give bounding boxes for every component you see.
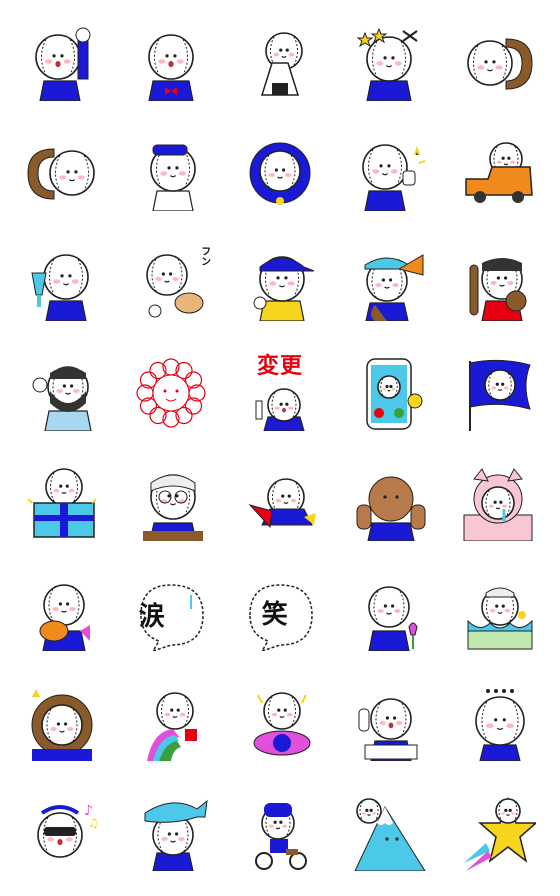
sticker-peek-left[interactable] [8, 118, 117, 228]
star-ride-icon [463, 796, 536, 871]
fish-hat-icon [144, 799, 208, 871]
sticker-tulip-sit[interactable] [334, 558, 443, 668]
sticker-salute[interactable] [117, 118, 226, 228]
sticker-bearded-hands[interactable] [8, 558, 117, 668]
king-crown-icon [31, 689, 93, 761]
sticker-rainbow-hug[interactable] [117, 668, 226, 778]
sunglasses-singer-icon: ♪♫ [37, 803, 99, 858]
tulip-sit-icon [367, 586, 418, 651]
sticker-megaphone-cheer[interactable] [334, 228, 443, 338]
sticker-muscle-arm[interactable] [334, 448, 443, 558]
sticker-drink-toast[interactable] [8, 228, 117, 338]
sticker-mount-fuji[interactable] [334, 778, 443, 888]
sticker-rice-ball[interactable] [226, 8, 335, 118]
peek-left-icon [27, 148, 96, 200]
bearded-hands-icon [39, 584, 91, 651]
sticker-biker[interactable] [226, 778, 335, 888]
melted-cake-icon [467, 587, 533, 650]
sticker-star-ride[interactable] [443, 778, 552, 888]
car-driver-icon [464, 142, 533, 203]
muscle-arm-icon [356, 476, 426, 541]
sticker-king-crown[interactable] [8, 668, 117, 778]
drink-toast-icon [31, 254, 90, 321]
gift-box-icon [27, 468, 98, 538]
mount-fuji-icon [354, 798, 426, 871]
sticker-grid: フン 変更涙笑 ♪ ♫ [8, 8, 552, 888]
stretch-icon [358, 698, 418, 761]
sniff-dog-icon [146, 254, 204, 318]
sticker-sniff-dog[interactable]: フン [117, 228, 226, 338]
sticker-fist-pump[interactable] [8, 8, 117, 118]
biker-icon [254, 803, 307, 870]
bearded-man-icon [32, 366, 93, 431]
flower-bath-icon [253, 692, 311, 756]
bow-tie-salute-icon [148, 34, 194, 101]
sticker-sunglasses-singer[interactable]: ♪ ♫ [8, 778, 117, 888]
rice-ball-icon [260, 32, 303, 96]
sticker-tears-bubble[interactable]: 涙 [117, 558, 226, 668]
round-blue-icon [249, 142, 311, 205]
fist-pump-icon [35, 27, 91, 101]
super-hero-icon [248, 478, 316, 529]
sticker-car-driver[interactable] [443, 118, 552, 228]
waving-flag-icon [468, 359, 531, 431]
megaphone-cheer-icon [364, 254, 424, 321]
peek-right-icon [466, 38, 533, 90]
sticker-flower-bath[interactable] [226, 668, 335, 778]
pig-crying-icon [463, 468, 533, 541]
rainbow-hug-icon [147, 692, 198, 761]
sticker-gift-box[interactable] [8, 448, 117, 558]
stars-scissors-icon [356, 27, 418, 101]
sticker-bat-glove[interactable] [443, 228, 552, 338]
thumbs-up-icon [361, 144, 426, 211]
sticker-laugh-bubble[interactable]: 笑 [226, 558, 335, 668]
sticker-pig-crying[interactable] [443, 448, 552, 558]
sticker-bandaged-head[interactable] [117, 448, 226, 558]
sticker-flower-stamp[interactable] [117, 338, 226, 448]
salute-icon [150, 144, 196, 211]
sticker-super-hero[interactable] [226, 448, 335, 558]
sticker-fish-hat[interactable] [117, 778, 226, 888]
sticker-waving-flag[interactable] [443, 338, 552, 448]
sticker-round-blue[interactable] [226, 118, 335, 228]
sticker-melted-cake[interactable] [443, 558, 552, 668]
sticker-bow-tie-salute[interactable] [117, 8, 226, 118]
cap-player-icon [253, 256, 315, 321]
sticker-change-label[interactable]: 変更 [226, 338, 335, 448]
sticker-peek-right[interactable] [443, 8, 552, 118]
sticker-thumbs-up[interactable] [334, 118, 443, 228]
svg-text:♫: ♫ [88, 816, 99, 830]
sticker-bearded-man[interactable] [8, 338, 117, 448]
flower-stamp-icon [136, 358, 206, 428]
sticker-cap-player[interactable] [226, 228, 335, 338]
sticker-stars-scissors[interactable] [334, 8, 443, 118]
bandaged-head-icon [143, 474, 204, 541]
sticker-phone-call[interactable] [334, 338, 443, 448]
thinking-dots-icon [474, 689, 525, 761]
tears-bubble-icon [140, 584, 204, 651]
phone-call-icon [366, 358, 423, 430]
sticker-thinking-dots[interactable] [443, 668, 552, 778]
change-label-icon [255, 388, 305, 431]
laugh-bubble-icon [249, 584, 313, 651]
sticker-stretch[interactable] [334, 668, 443, 778]
bat-glove-icon [469, 258, 527, 321]
